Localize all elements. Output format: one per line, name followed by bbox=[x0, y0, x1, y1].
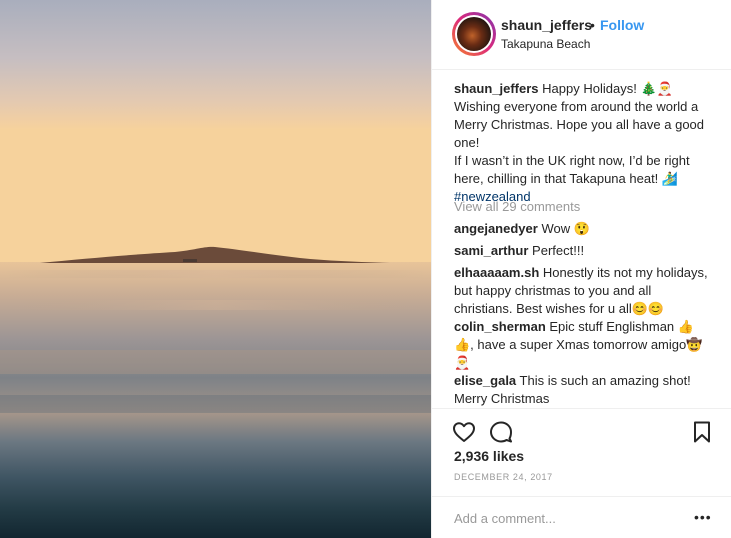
bookmark-icon[interactable] bbox=[690, 420, 714, 444]
caption-line: here, chilling in that Takapuna heat! 🏄‍… bbox=[454, 171, 679, 186]
caption-line: Wishing everyone from around the world a bbox=[454, 99, 699, 114]
comment-text: Wow 😲 bbox=[541, 221, 590, 236]
post-author-username[interactable]: shaun_jeffers bbox=[501, 17, 592, 33]
add-comment-bar: ••• bbox=[432, 496, 731, 538]
view-all-comments-link[interactable]: View all 29 comments bbox=[454, 199, 580, 214]
heart-icon[interactable] bbox=[452, 420, 476, 444]
comment-icon[interactable] bbox=[489, 420, 513, 444]
post-photo[interactable] bbox=[0, 0, 431, 538]
caption-line: If I wasn’t in the UK right now, I’d be … bbox=[454, 153, 690, 168]
comment-text: Epic stuff Englishman 👍 bbox=[549, 319, 694, 334]
comment: elhaaaaam.sh Honestly its not my holiday… bbox=[454, 264, 720, 318]
comment: elise_gala This is such an amazing shot!… bbox=[454, 372, 720, 408]
post-side-panel: shaun_jeffers • Follow Takapuna Beach sh… bbox=[431, 0, 731, 538]
comment-text: Perfect!!! bbox=[532, 243, 585, 258]
post-caption: shaun_jeffers Happy Holidays! 🎄🎅 Wishing… bbox=[454, 80, 720, 206]
post-location[interactable]: Takapuna Beach bbox=[501, 37, 590, 51]
comment-username[interactable]: colin_sherman bbox=[454, 319, 546, 334]
avatar-image bbox=[457, 17, 491, 51]
comment: sami_arthur Perfect!!! bbox=[454, 242, 720, 260]
caption-username[interactable]: shaun_jeffers bbox=[454, 81, 539, 96]
comment-text: but happy christmas to you and all bbox=[454, 283, 652, 298]
more-options-icon[interactable]: ••• bbox=[694, 509, 712, 525]
sunset-sea-image bbox=[0, 0, 431, 538]
comment-text: 🎅 bbox=[454, 355, 471, 370]
caption-line: Merry Christmas. Hope you all have a goo… bbox=[454, 117, 705, 132]
instagram-post: shaun_jeffers • Follow Takapuna Beach sh… bbox=[0, 0, 731, 538]
post-header: shaun_jeffers • Follow Takapuna Beach bbox=[432, 0, 731, 70]
comment: angejanedyer Wow 😲 bbox=[454, 220, 720, 238]
comment-username[interactable]: elhaaaaam.sh bbox=[454, 265, 539, 280]
follow-button[interactable]: Follow bbox=[600, 17, 644, 33]
comment-text: 👍, have a super Xmas tomorrow amigo🤠 bbox=[454, 337, 703, 352]
comment-username[interactable]: angejanedyer bbox=[454, 221, 538, 236]
comment-text: Honestly its not my holidays, bbox=[542, 265, 708, 280]
comment-text: Merry Christmas bbox=[454, 391, 550, 406]
avatar[interactable] bbox=[452, 12, 496, 56]
post-date: DECEMBER 24, 2017 bbox=[454, 472, 553, 482]
separator-dot: • bbox=[590, 17, 595, 33]
caption-line: Happy Holidays! 🎄🎅 bbox=[542, 81, 673, 96]
caption-line: one! bbox=[454, 135, 480, 150]
action-bar bbox=[432, 408, 731, 448]
comment-text: christians. Best wishes for u all😊😊 bbox=[454, 301, 665, 316]
comment: colin_sherman Epic stuff Englishman 👍 👍,… bbox=[454, 318, 720, 372]
like-count[interactable]: 2,936 likes bbox=[454, 448, 524, 464]
comment-username[interactable]: elise_gala bbox=[454, 373, 516, 388]
comment-text: This is such an amazing shot! bbox=[519, 373, 691, 388]
comment-username[interactable]: sami_arthur bbox=[454, 243, 528, 258]
ship-silhouette bbox=[183, 259, 197, 262]
add-comment-input[interactable] bbox=[454, 508, 684, 528]
